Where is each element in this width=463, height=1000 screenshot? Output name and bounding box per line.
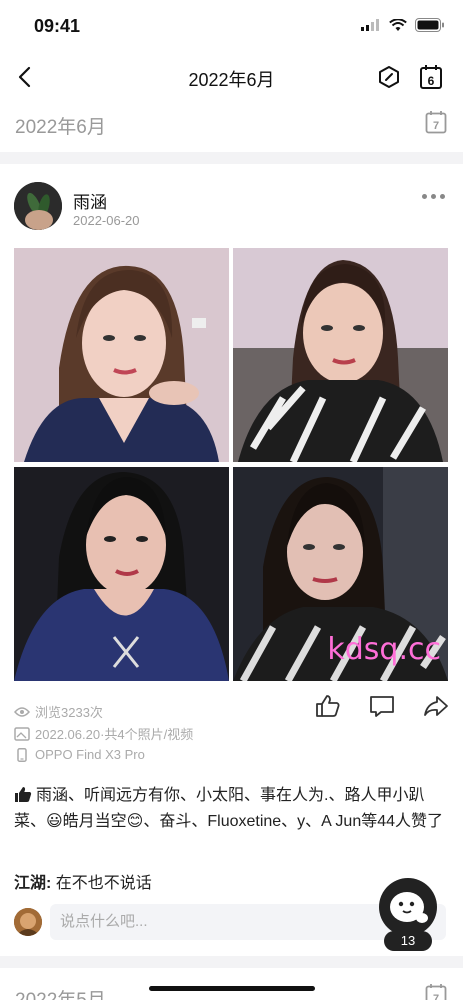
- avatar[interactable]: [14, 182, 62, 230]
- more-options-button[interactable]: [422, 194, 445, 199]
- photo-3[interactable]: [14, 467, 229, 681]
- photo-1[interactable]: [14, 248, 229, 462]
- watermark: kdsq.cc: [327, 632, 441, 667]
- battery-icon: [415, 18, 444, 32]
- post-card: 雨涵 2022-06-20 kdsq.cc 浏览3233次 2022.06.20…: [0, 164, 463, 954]
- month-label: 2022年6月: [15, 117, 106, 138]
- eye-icon: [14, 706, 30, 717]
- calendar-icon: 6: [420, 65, 442, 89]
- nav-bar: 2022年6月 6: [0, 52, 463, 102]
- signal-icon: [361, 19, 379, 31]
- device-info-text: OPPO Find X3 Pro: [35, 747, 145, 762]
- calendar-day: 7: [433, 993, 439, 1000]
- calendar-button[interactable]: 6: [419, 64, 443, 95]
- status-time: 09:41: [34, 16, 81, 36]
- bubble-badge: 13: [384, 931, 432, 951]
- next-month-calendar-button[interactable]: 7: [425, 983, 447, 1000]
- like-icon[interactable]: [315, 694, 341, 718]
- view-count: 浏览3233次: [14, 702, 103, 721]
- my-avatar: [14, 908, 42, 936]
- status-bar: 09:41: [0, 0, 463, 52]
- upload-info: 2022.06.20·共4个照片/视频: [14, 724, 193, 743]
- comment[interactable]: 江湖: 在不也不说话: [14, 869, 152, 893]
- mascot-icon: [390, 892, 428, 923]
- photo-2[interactable]: [233, 248, 448, 462]
- comment-icon[interactable]: [369, 694, 395, 718]
- dot: [422, 194, 427, 199]
- share-icon[interactable]: [423, 694, 449, 718]
- calendar-icon: 7: [425, 984, 447, 1000]
- section-divider: [0, 152, 463, 164]
- phone-icon: [17, 747, 27, 762]
- month-header: 2022年6月 7: [0, 102, 463, 150]
- dot: [440, 194, 445, 199]
- dot: [431, 194, 436, 199]
- post-actions: [315, 694, 449, 718]
- status-icons: [361, 18, 445, 32]
- image-icon: [14, 726, 30, 741]
- calendar-day: 6: [428, 74, 435, 88]
- next-month-label: 2022年5月: [15, 985, 106, 1000]
- wifi-icon: [389, 18, 407, 31]
- likes-text: 雨涵、听闻远方有你、小太阳、事在人为.、路人甲小趴菜、😃皓月当空😊、奋斗、Flu…: [14, 787, 444, 830]
- view-count-text: 浏览3233次: [35, 705, 103, 720]
- floating-mascot-button[interactable]: [379, 878, 437, 936]
- post-date: 2022-06-20: [73, 213, 140, 228]
- calendar-day: 7: [433, 120, 439, 132]
- comment-text: 在不也不说话: [55, 875, 152, 892]
- device-info: OPPO Find X3 Pro: [14, 747, 145, 762]
- hexagon-icon[interactable]: [377, 65, 401, 89]
- thumbs-up-icon: [15, 787, 32, 802]
- upload-info-text: 2022.06.20·共4个照片/视频: [35, 727, 194, 742]
- home-indicator: [149, 986, 315, 991]
- calendar-icon: 7: [425, 111, 447, 134]
- comment-author[interactable]: 江湖:: [14, 875, 51, 892]
- month-calendar-button[interactable]: 7: [425, 110, 447, 139]
- likes-list: 雨涵、听闻远方有你、小太阳、事在人为.、路人甲小趴菜、😃皓月当空😊、奋斗、Flu…: [14, 783, 450, 835]
- section-divider: [0, 956, 463, 968]
- post-author[interactable]: 雨涵: [73, 188, 107, 213]
